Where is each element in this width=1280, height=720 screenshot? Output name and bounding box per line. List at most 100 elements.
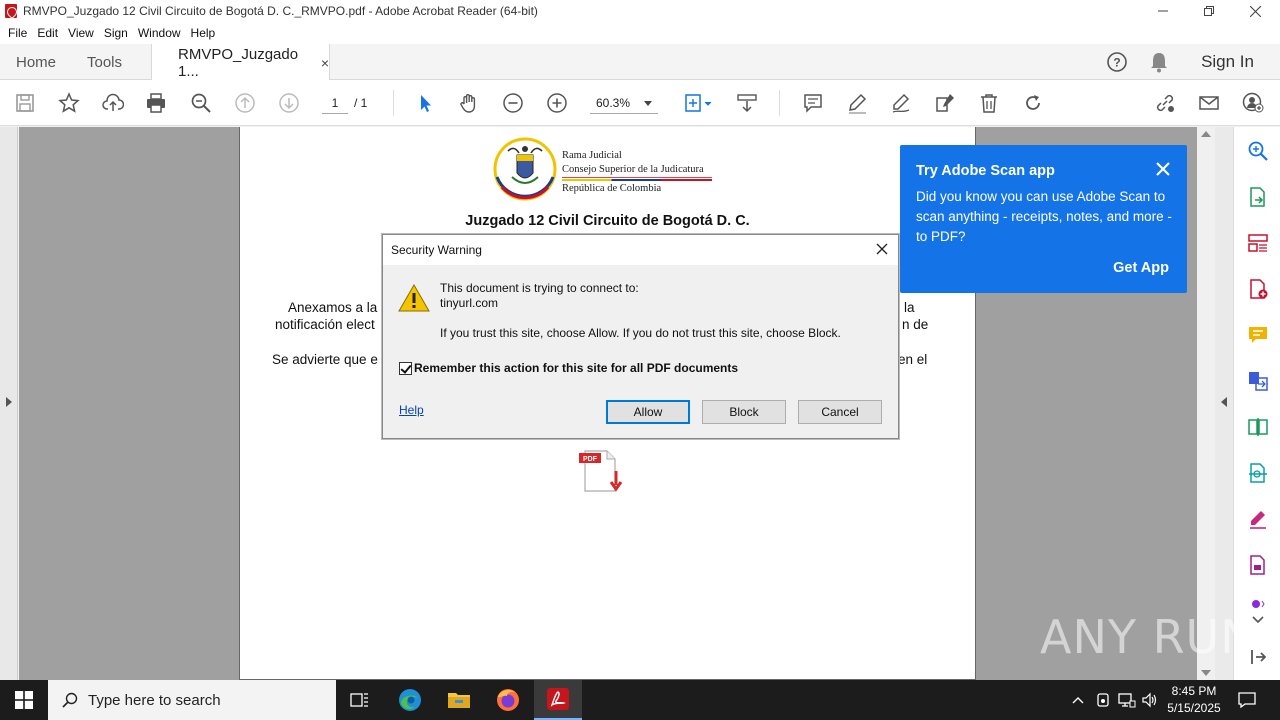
tab-close-icon[interactable]: × <box>321 55 329 71</box>
sign-in-button[interactable]: Sign In <box>1201 44 1254 80</box>
zoom-out-icon[interactable] <box>500 90 526 116</box>
flag-stripe <box>562 179 712 181</box>
delete-trash-icon[interactable] <box>976 90 1002 116</box>
dialog-close-icon[interactable] <box>874 241 890 257</box>
highlight-pen-icon[interactable] <box>844 90 870 116</box>
show-hidden-icons-chevron-up-icon[interactable] <box>1072 680 1084 720</box>
menu-window[interactable]: Window <box>133 26 186 40</box>
block-button[interactable]: Block <box>702 400 786 424</box>
share-link-icon[interactable] <box>1152 90 1178 116</box>
vertical-scrollbar[interactable] <box>1197 127 1215 680</box>
remember-action-label[interactable]: Remember this action for this site for a… <box>414 361 738 375</box>
scroll-down-icon[interactable] <box>1201 670 1211 676</box>
promo-body: Did you know you can use Adobe Scan to s… <box>916 189 1172 244</box>
network-icon[interactable] <box>1118 680 1136 720</box>
email-envelope-icon[interactable] <box>1196 90 1222 116</box>
search-zoom-tool-icon[interactable] <box>1246 139 1270 163</box>
zoom-in-icon[interactable] <box>544 90 570 116</box>
combine-files-icon[interactable] <box>1246 369 1270 393</box>
compare-files-icon[interactable] <box>1246 415 1270 439</box>
bookmark-star-icon[interactable] <box>56 90 82 116</box>
dialog-target-url: tinyurl.com <box>440 296 499 310</box>
promo-title: Try Adobe Scan app <box>916 163 1055 179</box>
remember-action-checkbox[interactable] <box>399 362 412 375</box>
scroll-up-icon[interactable] <box>1201 131 1211 137</box>
menu-sign[interactable]: Sign <box>99 26 133 40</box>
cancel-button[interactable]: Cancel <box>798 400 882 424</box>
pdf-attachment-icon[interactable]: PDF <box>579 449 625 497</box>
comment-icon[interactable] <box>800 90 826 116</box>
notification-center-icon[interactable] <box>1238 680 1256 720</box>
restore-button[interactable] <box>1186 0 1232 22</box>
toolbar: 1 / 1 60.3% <box>0 80 1280 126</box>
restore-icon <box>1204 6 1214 16</box>
org-line-2: Consejo Superior de la Judicatura <box>562 163 712 178</box>
dialog-help-link[interactable]: Help <box>399 403 424 417</box>
select-cursor-icon[interactable] <box>412 90 438 116</box>
org-header: Rama Judicial Consejo Superior de la Jud… <box>562 149 712 196</box>
page-fit-icon[interactable] <box>680 90 716 116</box>
save-icon[interactable] <box>12 90 38 116</box>
next-page-icon[interactable] <box>276 90 302 116</box>
menu-view[interactable]: View <box>63 26 99 40</box>
tab-home[interactable]: Home <box>16 44 56 80</box>
device-tray-icon[interactable] <box>1096 680 1110 720</box>
minimize-button[interactable] <box>1140 0 1186 22</box>
task-view-button[interactable] <box>336 680 384 720</box>
taskbar-search-input[interactable]: Type here to search <box>48 680 336 720</box>
volume-icon[interactable] <box>1142 680 1158 720</box>
left-panel-toggle[interactable] <box>0 127 18 680</box>
export-pdf-icon[interactable] <box>1246 185 1270 209</box>
get-app-button[interactable]: Get App <box>1113 260 1169 276</box>
allow-button[interactable]: Allow <box>606 400 690 424</box>
close-window-button[interactable] <box>1232 0 1278 22</box>
org-line-1: Rama Judicial <box>562 150 622 161</box>
print-icon[interactable] <box>143 90 169 116</box>
acrobat-taskbar-button[interactable] <box>534 680 582 720</box>
body-line-1-right: la <box>904 300 915 315</box>
page-number-input[interactable]: 1 <box>322 92 348 114</box>
tab-document[interactable]: RMVPO_Juzgado 1... × <box>151 44 330 81</box>
folder-icon <box>448 693 470 708</box>
adobe-scan-promo: Try Adobe Scan app Did you know you can … <box>900 145 1187 293</box>
taskbar: Type here to search 8:45 PM 5/15/2025 <box>0 680 1280 720</box>
zoom-search-icon[interactable] <box>188 90 214 116</box>
tab-document-label: RMVPO_Juzgado 1... <box>178 45 299 80</box>
fill-sign-icon[interactable] <box>1246 507 1270 531</box>
edge-browser-button[interactable] <box>386 680 434 720</box>
tab-bar: Home Tools RMVPO_Juzgado 1... × ? <box>0 44 1280 81</box>
help-icon[interactable]: ? <box>1106 51 1128 73</box>
scan-ocr-icon[interactable] <box>1246 461 1270 485</box>
organize-pages-icon[interactable] <box>1246 231 1270 255</box>
edit-pdf-icon[interactable] <box>932 90 958 116</box>
tab-tools[interactable]: Tools <box>87 44 122 80</box>
comment-tool-icon[interactable] <box>1246 323 1270 347</box>
acrobat-icon <box>547 688 569 710</box>
right-panel-toggle[interactable] <box>1215 127 1233 680</box>
menu-file[interactable]: File <box>3 26 32 40</box>
promo-close-icon[interactable] <box>1155 161 1171 177</box>
scroll-mode-icon[interactable] <box>734 90 760 116</box>
hand-tool-icon[interactable] <box>456 90 482 116</box>
system-clock[interactable]: 8:45 PM 5/15/2025 <box>1158 683 1230 717</box>
warning-triangle-icon <box>398 283 430 312</box>
menu-edit[interactable]: Edit <box>32 26 63 40</box>
clock-date: 5/15/2025 <box>1167 701 1221 715</box>
create-pdf-icon[interactable] <box>1246 277 1270 301</box>
file-explorer-button[interactable] <box>435 680 483 720</box>
title-bar: RMVPO_Juzgado 12 Civil Circuito de Bogot… <box>0 0 1280 22</box>
protect-document-icon[interactable] <box>1246 553 1270 577</box>
firefox-button[interactable] <box>484 680 532 720</box>
rotate-icon[interactable] <box>1020 90 1046 116</box>
zoom-level-select[interactable]: 60.3% <box>590 92 658 114</box>
cloud-upload-icon[interactable] <box>100 90 126 116</box>
org-line-3: República de Colombia <box>562 183 662 194</box>
notifications-bell-icon[interactable] <box>1149 51 1169 73</box>
dialog-message-line-1: This document is trying to connect to: <box>440 281 639 295</box>
body-line-2-left: notificación elect <box>275 317 375 332</box>
add-user-icon[interactable] <box>1240 90 1266 116</box>
menu-help[interactable]: Help <box>186 26 221 40</box>
draw-pen-icon[interactable] <box>888 90 914 116</box>
start-button[interactable] <box>0 680 48 720</box>
previous-page-icon[interactable] <box>232 90 258 116</box>
